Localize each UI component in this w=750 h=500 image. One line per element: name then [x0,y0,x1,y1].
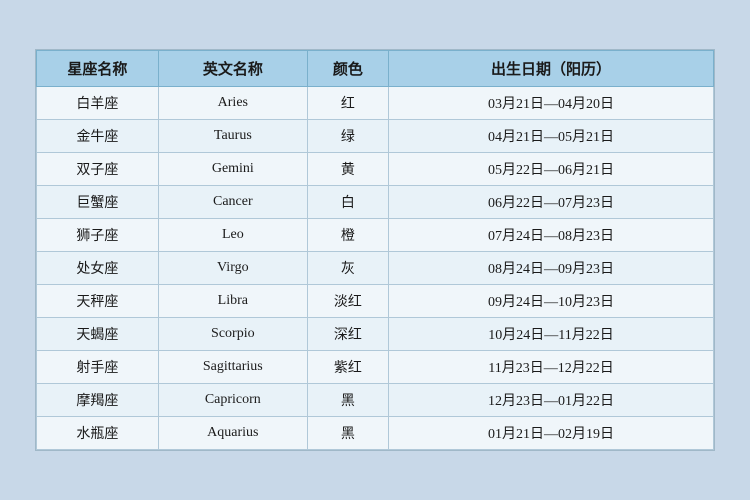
cell-english: Aries [158,87,307,120]
table-row: 巨蟹座Cancer白06月22日—07月23日 [37,186,714,219]
header-english: 英文名称 [158,51,307,87]
cell-english: Virgo [158,252,307,285]
cell-english: Cancer [158,186,307,219]
cell-date: 07月24日—08月23日 [389,219,714,252]
cell-english: Gemini [158,153,307,186]
table-row: 射手座Sagittarius紫红11月23日—12月22日 [37,351,714,384]
cell-color: 黄 [307,153,388,186]
cell-date: 05月22日—06月21日 [389,153,714,186]
cell-english: Aquarius [158,417,307,450]
cell-date: 08月24日—09月23日 [389,252,714,285]
cell-english: Scorpio [158,318,307,351]
cell-english: Capricorn [158,384,307,417]
table-row: 金牛座Taurus绿04月21日—05月21日 [37,120,714,153]
cell-date: 04月21日—05月21日 [389,120,714,153]
header-color: 颜色 [307,51,388,87]
cell-chinese: 处女座 [37,252,159,285]
cell-chinese: 双子座 [37,153,159,186]
cell-chinese: 狮子座 [37,219,159,252]
header-chinese: 星座名称 [37,51,159,87]
cell-chinese: 摩羯座 [37,384,159,417]
cell-color: 深红 [307,318,388,351]
zodiac-table-container: 星座名称 英文名称 颜色 出生日期（阳历） 白羊座Aries红03月21日—04… [35,49,715,451]
table-row: 双子座Gemini黄05月22日—06月21日 [37,153,714,186]
cell-color: 灰 [307,252,388,285]
cell-chinese: 天秤座 [37,285,159,318]
cell-date: 06月22日—07月23日 [389,186,714,219]
table-row: 天秤座Libra淡红09月24日—10月23日 [37,285,714,318]
cell-date: 09月24日—10月23日 [389,285,714,318]
cell-english: Taurus [158,120,307,153]
cell-chinese: 金牛座 [37,120,159,153]
cell-chinese: 巨蟹座 [37,186,159,219]
cell-color: 紫红 [307,351,388,384]
cell-color: 橙 [307,219,388,252]
table-header-row: 星座名称 英文名称 颜色 出生日期（阳历） [37,51,714,87]
header-date: 出生日期（阳历） [389,51,714,87]
cell-english: Sagittarius [158,351,307,384]
table-row: 处女座Virgo灰08月24日—09月23日 [37,252,714,285]
zodiac-table: 星座名称 英文名称 颜色 出生日期（阳历） 白羊座Aries红03月21日—04… [36,50,714,450]
cell-color: 白 [307,186,388,219]
cell-color: 淡红 [307,285,388,318]
cell-english: Leo [158,219,307,252]
cell-chinese: 天蝎座 [37,318,159,351]
table-row: 狮子座Leo橙07月24日—08月23日 [37,219,714,252]
cell-date: 11月23日—12月22日 [389,351,714,384]
table-row: 天蝎座Scorpio深红10月24日—11月22日 [37,318,714,351]
table-row: 摩羯座Capricorn黑12月23日—01月22日 [37,384,714,417]
cell-chinese: 射手座 [37,351,159,384]
table-row: 水瓶座Aquarius黑01月21日—02月19日 [37,417,714,450]
cell-chinese: 白羊座 [37,87,159,120]
cell-color: 黑 [307,384,388,417]
table-row: 白羊座Aries红03月21日—04月20日 [37,87,714,120]
cell-date: 01月21日—02月19日 [389,417,714,450]
cell-color: 绿 [307,120,388,153]
cell-date: 12月23日—01月22日 [389,384,714,417]
cell-date: 03月21日—04月20日 [389,87,714,120]
cell-english: Libra [158,285,307,318]
cell-color: 红 [307,87,388,120]
cell-color: 黑 [307,417,388,450]
cell-date: 10月24日—11月22日 [389,318,714,351]
cell-chinese: 水瓶座 [37,417,159,450]
